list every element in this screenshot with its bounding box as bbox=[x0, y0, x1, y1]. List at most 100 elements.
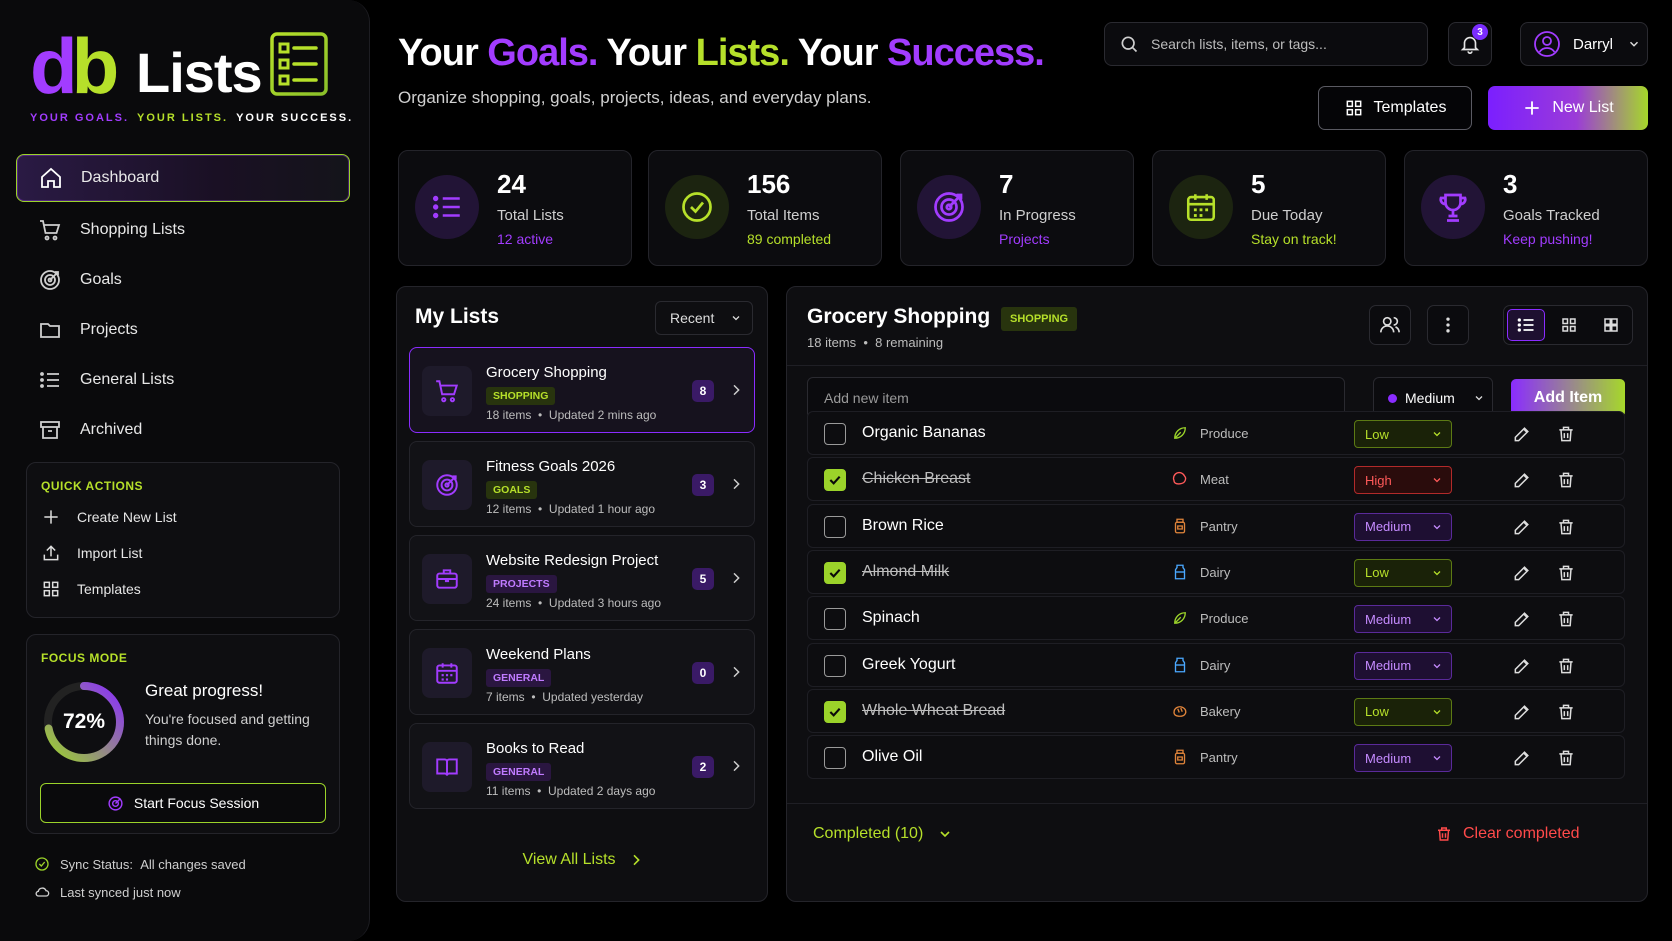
clear-completed-button[interactable]: Clear completed bbox=[1435, 825, 1580, 843]
edit-icon[interactable] bbox=[1512, 748, 1532, 768]
edit-icon[interactable] bbox=[1512, 517, 1532, 537]
list-item-weekend-plans[interactable]: Weekend Plans GENERAL 7 items • Updated … bbox=[409, 629, 755, 715]
item-priority-select[interactable]: Low bbox=[1354, 697, 1452, 726]
stat-in-progress: 7 In Progress Projects bbox=[900, 150, 1134, 266]
grid-icon bbox=[1562, 318, 1576, 332]
list-view-button[interactable] bbox=[1507, 309, 1545, 341]
more-options-button[interactable] bbox=[1427, 305, 1469, 345]
board-view-button[interactable] bbox=[1592, 309, 1630, 341]
pantry-icon bbox=[1174, 518, 1186, 534]
nav-dashboard[interactable]: Dashboard bbox=[16, 154, 350, 202]
avatar-icon bbox=[1534, 31, 1560, 57]
list-meta: 7 items • Updated yesterday bbox=[486, 690, 643, 704]
plus-icon bbox=[44, 510, 58, 524]
item-checkbox[interactable] bbox=[824, 654, 846, 677]
logo[interactable]: db Lists YOUR GOALS. YOUR LISTS. YOUR SUCC… bbox=[28, 22, 351, 124]
edit-icon[interactable] bbox=[1512, 702, 1532, 722]
trash-icon[interactable] bbox=[1556, 424, 1576, 444]
item-checkbox[interactable] bbox=[824, 469, 846, 492]
item-row-whole-wheat-bread: Whole Wheat Bread Bakery Low bbox=[807, 688, 1625, 733]
search-input[interactable]: Search lists, items, or tags... bbox=[1104, 22, 1428, 66]
nav-archived[interactable]: Archived bbox=[16, 406, 350, 454]
item-name: Spinach bbox=[862, 609, 920, 627]
list-tag: SHOPPING bbox=[486, 387, 556, 405]
item-checkbox[interactable] bbox=[824, 608, 846, 631]
trash-icon[interactable] bbox=[1556, 517, 1576, 537]
list-item-grocery-shopping[interactable]: Grocery Shopping SHOPPING 18 items • Upd… bbox=[409, 347, 755, 433]
chevron-down-icon bbox=[1433, 756, 1441, 761]
page-title: Your Goals. Your Lists. Your Success. bbox=[398, 32, 1045, 74]
item-priority-select[interactable]: Low bbox=[1354, 558, 1452, 587]
stat-total-items: 156 Total Items 89 completed bbox=[648, 150, 882, 266]
stat-goals-tracked: 3 Goals Tracked Keep pushing! bbox=[1404, 150, 1648, 266]
cloud-icon bbox=[35, 887, 50, 897]
edit-icon[interactable] bbox=[1512, 424, 1532, 444]
nav-general-lists[interactable]: General Lists bbox=[16, 356, 350, 404]
chevron-down-icon bbox=[1433, 432, 1441, 437]
start-focus-session-button[interactable]: Start Focus Session bbox=[40, 783, 326, 823]
chevron-down-icon bbox=[1433, 478, 1441, 483]
trash-icon[interactable] bbox=[1556, 609, 1576, 629]
item-category: Bakery bbox=[1200, 703, 1241, 719]
list-item-books-to-read[interactable]: Books to Read GENERAL 11 items • Updated… bbox=[409, 723, 755, 809]
book-icon bbox=[422, 742, 472, 792]
trash-icon[interactable] bbox=[1556, 563, 1576, 583]
edit-icon[interactable] bbox=[1512, 563, 1532, 583]
item-row-greek-yogurt: Greek Yogurt Dairy Medium bbox=[807, 642, 1625, 687]
list-tag: GOALS bbox=[486, 481, 538, 499]
logo-mark: db bbox=[30, 22, 119, 110]
cart-icon bbox=[40, 220, 61, 241]
create-new-list-action[interactable]: Create New List bbox=[41, 507, 177, 527]
list-icon bbox=[415, 175, 479, 239]
item-name: Greek Yogurt bbox=[862, 655, 956, 673]
list-item-website-redesign[interactable]: Website Redesign Project PROJECTS 24 ite… bbox=[409, 535, 755, 621]
stat-value: 5 bbox=[1251, 169, 1266, 199]
item-name: Olive Oil bbox=[862, 748, 923, 766]
trash-icon[interactable] bbox=[1556, 748, 1576, 768]
edit-icon[interactable] bbox=[1512, 656, 1532, 676]
item-priority-select[interactable]: Medium bbox=[1354, 512, 1452, 541]
templates-action[interactable]: Templates bbox=[41, 579, 141, 599]
completed-toggle[interactable]: Completed (10) bbox=[813, 825, 953, 843]
list-item-fitness-goals[interactable]: Fitness Goals 2026 GOALS 12 items • Upda… bbox=[409, 441, 755, 527]
nav-goals[interactable]: Goals bbox=[16, 256, 350, 304]
nav-projects[interactable]: Projects bbox=[16, 306, 350, 354]
item-checkbox[interactable] bbox=[824, 423, 846, 445]
trash-icon[interactable] bbox=[1556, 656, 1576, 676]
item-priority-select[interactable]: Low bbox=[1354, 420, 1452, 448]
my-lists-title: My Lists bbox=[415, 305, 500, 328]
trash-icon[interactable] bbox=[1556, 470, 1576, 490]
item-priority-select[interactable]: Medium bbox=[1354, 651, 1452, 680]
edit-icon[interactable] bbox=[1512, 609, 1532, 629]
item-priority-select[interactable]: High bbox=[1354, 466, 1452, 495]
chevron-right-icon bbox=[733, 760, 740, 772]
item-name: Whole Wheat Bread bbox=[862, 701, 1006, 719]
item-checkbox[interactable] bbox=[824, 515, 846, 538]
item-checkbox[interactable] bbox=[824, 747, 846, 770]
target-icon bbox=[422, 460, 472, 510]
calendar-icon bbox=[422, 648, 472, 698]
item-checkbox[interactable] bbox=[824, 561, 846, 584]
nav-label: Goals bbox=[80, 271, 122, 288]
view-toggle-group bbox=[1503, 305, 1633, 345]
list-tag: PROJECTS bbox=[486, 575, 557, 593]
notification-badge: 3 bbox=[1472, 24, 1488, 40]
share-button[interactable] bbox=[1369, 305, 1411, 345]
chevron-down-icon bbox=[940, 831, 950, 838]
nav-shopping-lists[interactable]: Shopping Lists bbox=[16, 206, 350, 254]
grid-view-button[interactable] bbox=[1550, 309, 1588, 341]
nav-label: Archived bbox=[80, 421, 143, 438]
user-menu[interactable]: Darryl bbox=[1520, 22, 1648, 66]
templates-button[interactable]: Templates bbox=[1318, 86, 1472, 130]
view-all-lists-link[interactable]: View All Lists bbox=[397, 851, 769, 869]
item-priority-select[interactable]: Medium bbox=[1354, 605, 1452, 634]
item-checkbox[interactable] bbox=[824, 700, 846, 723]
trash-icon[interactable] bbox=[1556, 702, 1576, 722]
item-row-spinach: Spinach Produce Medium bbox=[807, 596, 1625, 641]
sort-select[interactable]: Recent bbox=[655, 301, 753, 335]
item-priority-select[interactable]: Medium bbox=[1354, 744, 1452, 773]
import-list-action[interactable]: Import List bbox=[41, 543, 142, 563]
edit-icon[interactable] bbox=[1512, 470, 1532, 490]
new-list-button[interactable]: New List bbox=[1488, 86, 1648, 130]
target-icon bbox=[917, 175, 981, 239]
